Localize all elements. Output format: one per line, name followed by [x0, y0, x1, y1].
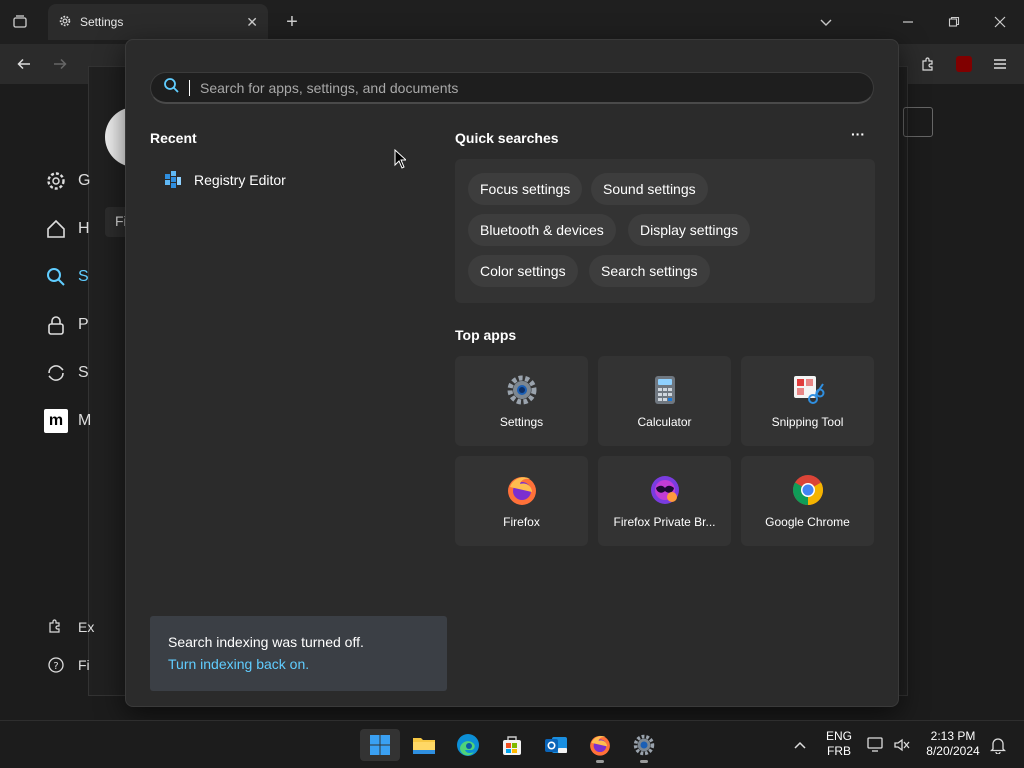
- close-window-button[interactable]: [988, 10, 1012, 34]
- sidebar-item-general[interactable]: G: [44, 166, 90, 196]
- firefox-taskbar-icon[interactable]: [580, 729, 620, 763]
- minimize-button[interactable]: [896, 10, 920, 34]
- top-apps-title: Top apps: [455, 327, 517, 343]
- top-app-settings[interactable]: Settings: [455, 356, 588, 446]
- gear-icon: [58, 14, 72, 31]
- firefox-private-icon: [648, 473, 682, 507]
- chrome-icon: [791, 473, 825, 507]
- settings-field[interactable]: [903, 107, 933, 137]
- chevron-down-icon[interactable]: [814, 10, 838, 34]
- svg-text:?: ?: [53, 661, 58, 672]
- turn-indexing-on-link[interactable]: Turn indexing back on.: [168, 656, 429, 672]
- tab-actions-icon[interactable]: [8, 10, 32, 34]
- running-indicator: [640, 760, 648, 763]
- browser-tab-settings[interactable]: Settings ✕: [48, 4, 268, 40]
- help-icon: ?: [44, 653, 68, 677]
- ublock-origin-icon[interactable]: [956, 56, 972, 72]
- indexing-notice: Search indexing was turned off. Turn ind…: [150, 616, 447, 691]
- sidebar-item-mozilla[interactable]: m M: [44, 406, 91, 436]
- mozilla-icon: m: [44, 409, 68, 433]
- new-tab-button[interactable]: +: [280, 10, 304, 34]
- mouse-cursor: [394, 148, 408, 174]
- recent-item-label: Registry Editor: [194, 172, 286, 188]
- top-app-snipping-tool[interactable]: Snipping Tool: [741, 356, 874, 446]
- quick-searches-title: Quick searches: [455, 130, 559, 146]
- quick-search-color[interactable]: Color settings: [468, 255, 578, 287]
- firefox-icon: [505, 473, 539, 507]
- quick-search-bluetooth[interactable]: Bluetooth & devices: [468, 214, 616, 246]
- settings-taskbar-icon[interactable]: [624, 729, 664, 763]
- restore-button[interactable]: [942, 10, 966, 34]
- forward-arrow-icon[interactable]: [48, 52, 72, 76]
- start-button[interactable]: [360, 729, 400, 761]
- gear-icon: [44, 169, 68, 193]
- chevron-up-icon[interactable]: [790, 735, 810, 755]
- top-app-chrome[interactable]: Google Chrome: [741, 456, 874, 546]
- menu-icon[interactable]: [988, 52, 1012, 76]
- more-options-button[interactable]: ···: [846, 126, 870, 146]
- sidebar-item-privacy[interactable]: P: [44, 310, 89, 340]
- sidebar-item-sync[interactable]: S: [44, 358, 89, 388]
- sidebar-item-help[interactable]: ? Fi: [44, 650, 90, 680]
- sidebar-item-home[interactable]: H: [44, 214, 90, 244]
- calculator-icon: [648, 373, 682, 407]
- taskbar: ENG FRB 2:13 PM 8/20/2024: [0, 720, 1024, 768]
- outlook-new-icon[interactable]: [536, 729, 576, 761]
- quick-search-sound[interactable]: Sound settings: [591, 173, 708, 205]
- back-arrow-icon[interactable]: [12, 52, 36, 76]
- start-search-panel: Recent Registry Editor Quick searches ··…: [125, 39, 899, 707]
- file-explorer-icon[interactable]: [404, 729, 444, 761]
- sidebar-item-extensions[interactable]: Ex: [44, 612, 94, 642]
- search-icon: [44, 265, 68, 289]
- search-box[interactable]: [150, 72, 874, 104]
- browser-tab-bar: Settings ✕ +: [0, 0, 1024, 44]
- clock[interactable]: 2:13 PM 8/20/2024: [920, 729, 986, 759]
- network-icon[interactable]: [866, 735, 886, 755]
- quick-search-search[interactable]: Search settings: [589, 255, 710, 287]
- lock-icon: [44, 313, 68, 337]
- snipping-tool-icon: [791, 373, 825, 407]
- indexing-message: Search indexing was turned off.: [168, 634, 364, 650]
- sidebar-item-search[interactable]: S: [44, 262, 89, 292]
- recent-item-registry-editor[interactable]: Registry Editor: [150, 162, 430, 198]
- text-caret: [189, 79, 190, 96]
- search-icon: [163, 77, 179, 98]
- quick-search-display[interactable]: Display settings: [628, 214, 751, 246]
- search-input[interactable]: [200, 79, 861, 96]
- quick-search-focus[interactable]: Focus settings: [468, 173, 583, 205]
- running-indicator: [596, 760, 604, 763]
- top-app-firefox-private[interactable]: Firefox Private Br...: [598, 456, 731, 546]
- quick-searches-box: Focus settings Sound settings Bluetooth …: [455, 159, 875, 303]
- home-icon: [44, 217, 68, 241]
- registry-editor-icon: [162, 168, 184, 193]
- puzzle-icon: [44, 615, 68, 639]
- top-app-calculator[interactable]: Calculator: [598, 356, 731, 446]
- top-app-firefox[interactable]: Firefox: [455, 456, 588, 546]
- microsoft-store-icon[interactable]: [492, 729, 532, 761]
- extensions-icon[interactable]: [916, 52, 940, 76]
- recent-title: Recent: [150, 130, 197, 146]
- notification-bell-icon[interactable]: [988, 735, 1008, 755]
- language-indicator[interactable]: ENG FRB: [822, 729, 856, 759]
- tab-title: Settings: [80, 15, 124, 29]
- sync-icon: [44, 361, 68, 385]
- settings-gear-icon: [505, 373, 539, 407]
- volume-muted-icon[interactable]: [892, 735, 912, 755]
- close-tab-icon[interactable]: ✕: [246, 14, 258, 31]
- edge-icon[interactable]: [448, 729, 488, 761]
